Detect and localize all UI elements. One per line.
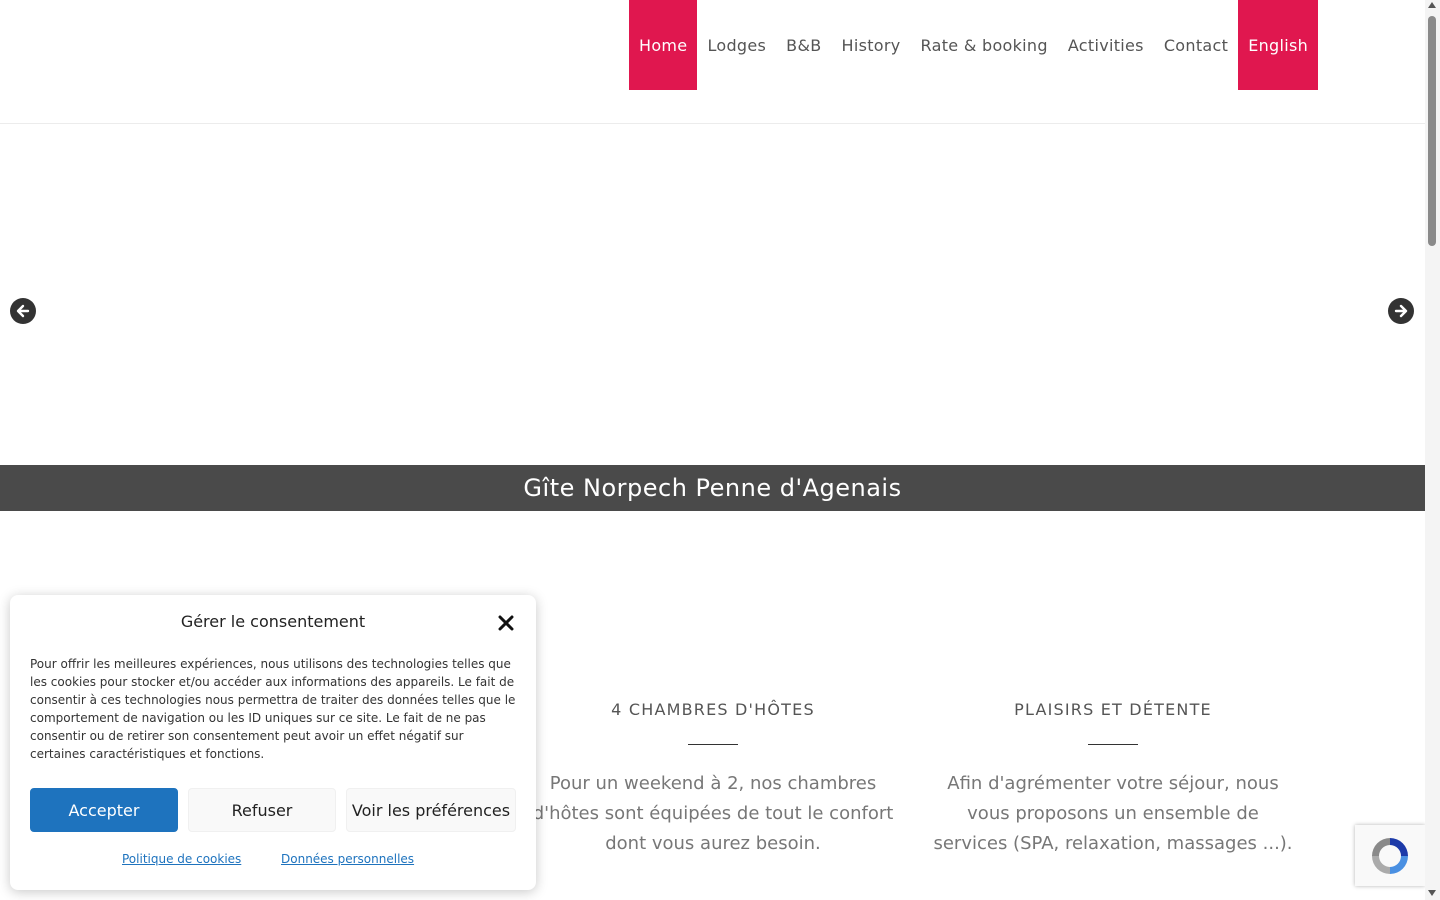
nav-item-lodges[interactable]: Lodges bbox=[697, 0, 776, 90]
nav-item-history[interactable]: History bbox=[832, 0, 911, 90]
feature-text-line: Pour un weekend à 2, nos chambres bbox=[549, 773, 877, 794]
recaptcha-badge[interactable] bbox=[1355, 825, 1425, 886]
slider-next-button[interactable] bbox=[1388, 298, 1414, 324]
slider-prev-button[interactable] bbox=[10, 298, 36, 324]
consent-title: Gérer le consentement bbox=[180, 612, 366, 631]
hero-slider bbox=[0, 125, 1425, 465]
nav-item-activities[interactable]: Activities bbox=[1058, 0, 1154, 90]
feature-text-line: vous proposons un ensemble de bbox=[967, 803, 1259, 824]
feature-title: PLAISIRS ET DÉTENTE bbox=[1014, 700, 1212, 719]
feature-title: 4 CHAMBRES D'HÔTES bbox=[611, 700, 815, 719]
feature-text-line: Afin d'agrémenter votre séjour, nous bbox=[947, 773, 1279, 794]
refuse-button[interactable]: Refuser bbox=[188, 788, 336, 832]
view-preferences-button[interactable]: Voir les préférences bbox=[346, 788, 516, 832]
site-header: Home Lodges B&B History Rate & booking A… bbox=[0, 0, 1425, 124]
feature-text-line: d'hôtes sont équipées de tout le confort bbox=[532, 803, 894, 824]
feature-divider bbox=[688, 744, 738, 745]
scroll-up-icon[interactable] bbox=[1428, 2, 1436, 8]
feature-text: Pour un weekend à 2, nos chambres d'hôte… bbox=[523, 769, 903, 859]
language-switcher[interactable]: English bbox=[1238, 0, 1319, 90]
consent-close-button[interactable] bbox=[496, 613, 516, 633]
cookie-consent-dialog: Gérer le consentement Pour offrir les me… bbox=[10, 595, 536, 890]
nav-item-bnb[interactable]: B&B bbox=[776, 0, 831, 90]
nav-item-rate-booking[interactable]: Rate & booking bbox=[911, 0, 1058, 90]
nav-item-home[interactable]: Home bbox=[629, 0, 698, 90]
feature-plaisirs: PLAISIRS ET DÉTENTE Afin d'agrémenter vo… bbox=[923, 700, 1303, 859]
slider-caption-bar: Gîte Norpech Penne d'Agenais bbox=[0, 465, 1425, 511]
personal-data-link[interactable]: Données personnelles bbox=[281, 852, 414, 866]
scroll-thumb[interactable] bbox=[1428, 16, 1436, 246]
main-nav: Home Lodges B&B History Rate & booking A… bbox=[629, 0, 1319, 90]
feature-text-line: services (SPA, relaxation, massages ...)… bbox=[933, 833, 1293, 854]
nav-item-contact[interactable]: Contact bbox=[1154, 0, 1238, 90]
scroll-down-icon[interactable] bbox=[1428, 890, 1436, 896]
consent-text: Pour offrir les meilleures expériences, … bbox=[30, 657, 516, 761]
feature-text-line: dont vous aurez besoin. bbox=[605, 833, 821, 854]
page-scrollbar[interactable] bbox=[1425, 0, 1440, 900]
feature-text: Afin d'agrémenter votre séjour, nous vou… bbox=[923, 769, 1303, 859]
arrow-right-circle-icon bbox=[1394, 304, 1408, 318]
cookie-policy-link[interactable]: Politique de cookies bbox=[122, 852, 241, 866]
recaptcha-icon bbox=[1372, 837, 1408, 874]
slider-caption: Gîte Norpech Penne d'Agenais bbox=[523, 474, 902, 502]
arrow-left-circle-icon bbox=[16, 304, 30, 318]
feature-divider bbox=[1088, 744, 1138, 745]
close-icon bbox=[498, 615, 514, 631]
feature-chambres: 4 CHAMBRES D'HÔTES Pour un weekend à 2, … bbox=[523, 700, 903, 859]
accept-button[interactable]: Accepter bbox=[30, 788, 178, 832]
